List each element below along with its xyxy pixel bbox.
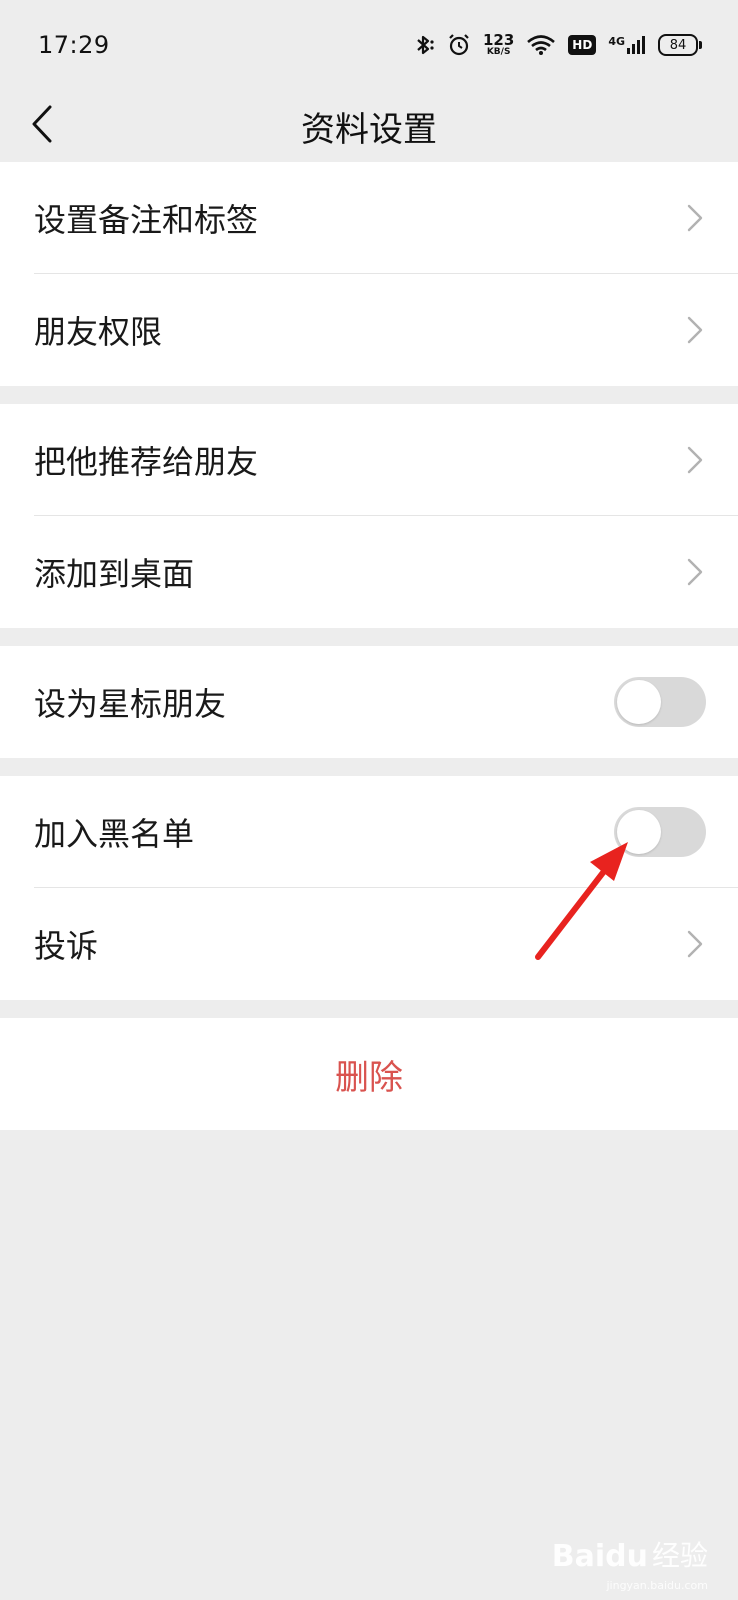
row-recommend-to-friend[interactable]: 把他推荐给朋友 xyxy=(0,404,738,516)
row-label: 把他推荐给朋友 xyxy=(34,443,259,481)
row-label: 添加到桌面 xyxy=(34,555,195,593)
wifi-icon xyxy=(526,34,556,56)
delete-group: 删除 xyxy=(0,1018,738,1130)
watermark-brand: Baidu xyxy=(551,1539,648,1574)
net-speed-value: 123 xyxy=(482,31,515,49)
settings-group-1: 设置备注和标签 朋友权限 xyxy=(0,162,738,386)
status-bar: 17:29 123 KB/S HD 4G 84 xyxy=(0,0,738,90)
toggle-knob xyxy=(617,810,661,854)
battery-level: 84 xyxy=(658,34,698,56)
blacklist-toggle[interactable] xyxy=(614,807,706,857)
status-icons: 123 KB/S HD 4G 84 xyxy=(413,33,702,57)
watermark-url: jingyan.baidu.com xyxy=(606,1579,708,1592)
row-add-to-desktop[interactable]: 添加到桌面 xyxy=(0,516,738,628)
battery-icon: 84 xyxy=(658,34,702,56)
nav-bar: 资料设置 xyxy=(0,90,738,162)
row-label: 加入黑名单 xyxy=(34,815,195,853)
star-friend-toggle[interactable] xyxy=(614,677,706,727)
chevron-right-icon xyxy=(687,316,703,344)
row-remark-and-tags[interactable]: 设置备注和标签 xyxy=(0,162,738,274)
settings-group-3: 设为星标朋友 xyxy=(0,646,738,758)
status-time: 17:29 xyxy=(38,31,110,59)
delete-button[interactable]: 删除 xyxy=(0,1018,738,1130)
chevron-left-icon xyxy=(32,105,52,143)
net-speed: 123 KB/S xyxy=(483,33,514,57)
chevron-right-icon xyxy=(687,558,703,586)
signal-type: 4G xyxy=(608,35,625,48)
chevron-right-icon xyxy=(687,930,703,958)
delete-label: 删除 xyxy=(335,1057,403,1098)
watermark-brand-cn: 经验 xyxy=(651,1539,708,1572)
net-speed-unit: KB/S xyxy=(486,47,511,57)
alarm-icon xyxy=(447,33,471,57)
settings-group-2: 把他推荐给朋友 添加到桌面 xyxy=(0,404,738,628)
back-button[interactable] xyxy=(22,96,62,152)
hd-badge: HD xyxy=(568,35,597,55)
row-label: 设置备注和标签 xyxy=(34,201,259,239)
row-star-friend: 设为星标朋友 xyxy=(0,646,738,758)
row-blacklist: 加入黑名单 xyxy=(0,776,738,888)
row-label: 投诉 xyxy=(34,927,99,965)
row-complaint[interactable]: 投诉 xyxy=(0,888,738,1000)
chevron-right-icon xyxy=(687,204,703,232)
row-label: 朋友权限 xyxy=(34,313,163,351)
chevron-right-icon xyxy=(687,446,703,474)
bluetooth-icon xyxy=(413,33,435,57)
row-friend-permissions[interactable]: 朋友权限 xyxy=(0,274,738,386)
toggle-knob xyxy=(617,680,661,724)
row-label: 设为星标朋友 xyxy=(34,685,227,723)
settings-group-4: 加入黑名单 投诉 xyxy=(0,776,738,1000)
baidu-watermark: Baidu 经验 jingyan.baidu.com xyxy=(551,1534,708,1592)
signal-icon: 4G xyxy=(608,35,646,55)
page-title: 资料设置 xyxy=(301,109,437,150)
